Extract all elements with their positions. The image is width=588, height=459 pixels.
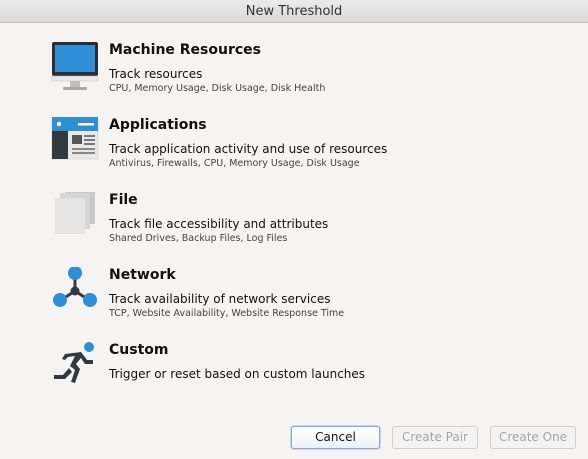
option-title: Applications	[109, 117, 207, 133]
option-title: Custom	[109, 342, 169, 358]
running-person-icon	[51, 342, 99, 394]
option-detail: CPU, Memory Usage, Disk Usage, Disk Heal…	[109, 83, 326, 94]
option-title: Machine Resources	[109, 42, 262, 58]
option-subtitle: Track resources	[109, 67, 203, 81]
option-network[interactable]: Network Track availability of network se…	[0, 266, 588, 337]
option-applications[interactable]: Applications Track application activity …	[0, 116, 588, 187]
option-subtitle: Track application activity and use of re…	[109, 142, 388, 156]
stacked-files-icon	[51, 188, 99, 244]
option-custom[interactable]: Custom Trigger or reset based on custom …	[0, 342, 588, 412]
network-nodes-icon	[51, 266, 99, 319]
option-file[interactable]: File Track file accessibility and attrib…	[0, 188, 588, 262]
option-title: Network	[109, 267, 176, 283]
create-pair-button[interactable]: Create Pair	[392, 426, 478, 449]
window-title: New Threshold	[245, 4, 343, 19]
option-subtitle: Track availability of network services	[109, 292, 331, 306]
option-title: File	[109, 192, 138, 208]
option-subtitle: Track file accessibility and attributes	[109, 217, 329, 231]
option-detail: Shared Drives, Backup Files, Log Files	[109, 233, 288, 244]
cancel-button[interactable]: Cancel	[291, 426, 380, 449]
option-detail: Antivirus, Firewalls, CPU, Memory Usage,…	[109, 158, 360, 169]
monitor-icon	[51, 42, 99, 94]
option-detail: TCP, Website Availability, Website Respo…	[109, 308, 345, 319]
create-one-button[interactable]: Create One	[490, 426, 576, 449]
option-subtitle: Trigger or reset based on custom launche…	[109, 367, 366, 381]
option-machine-resources[interactable]: Machine Resources Track resources CPU, M…	[0, 42, 588, 112]
application-window-icon	[51, 116, 99, 169]
window-titlebar: New Threshold	[0, 0, 588, 23]
